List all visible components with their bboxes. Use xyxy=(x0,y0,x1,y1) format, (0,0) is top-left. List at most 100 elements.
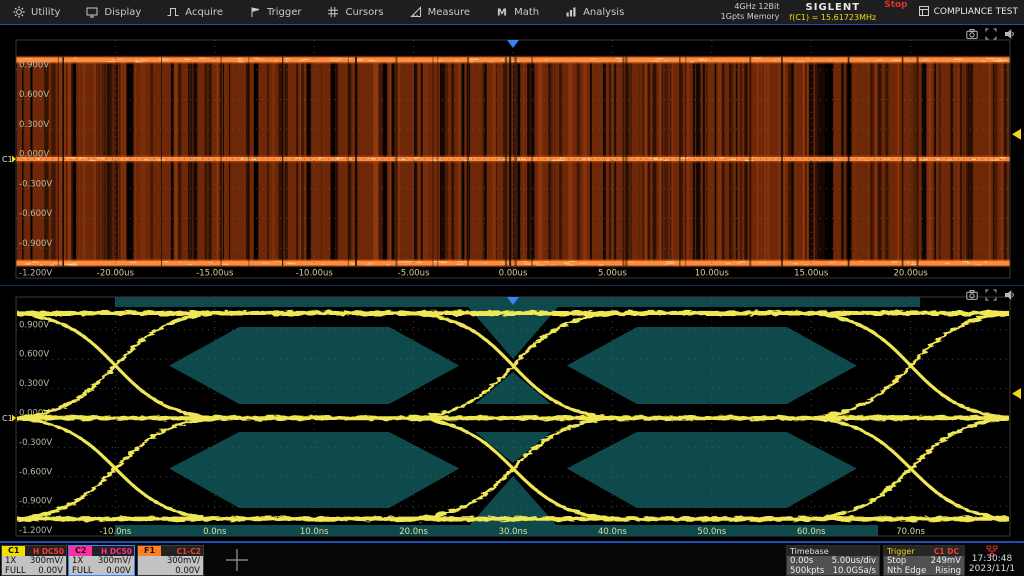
c2-offset: 0.00V xyxy=(106,566,131,576)
camera-icon[interactable] xyxy=(966,289,978,301)
timebase-box[interactable]: Timebase 0.00s 5.00us/div 500kpts 10.0GSa/… xyxy=(786,545,880,576)
trigger-title: Trigger xyxy=(887,547,915,556)
speaker-icon[interactable] xyxy=(1004,28,1016,40)
eye-diagram-canvas: 0.900V0.600V0.300V0.000V-0.300V-0.600V-0… xyxy=(0,286,1024,541)
c1-badge: C1 xyxy=(2,546,25,556)
gear-icon xyxy=(13,6,25,18)
compliance-icon xyxy=(918,5,930,20)
speaker-icon[interactable] xyxy=(1004,289,1016,301)
time-label: 70.0ns xyxy=(896,527,925,537)
add-trace-button[interactable] xyxy=(222,547,252,574)
voltage-label: 0.000V xyxy=(19,150,49,160)
trigger-level-marker[interactable] xyxy=(1012,388,1021,399)
voltage-label: -1.200V xyxy=(19,526,52,536)
trigger-type: Nth Edge xyxy=(887,566,926,576)
time-label: -10.0ns xyxy=(99,527,131,537)
trigger-level-marker[interactable] xyxy=(1012,129,1021,140)
trigger-source: C1 DC xyxy=(934,547,961,556)
frequency-counter: f(C1) = 15.61723MHz xyxy=(789,13,876,22)
voltage-label: -0.600V xyxy=(19,467,52,477)
display-icon xyxy=(86,6,98,18)
menubar-right: 4GHz 12Bit 1Gpts Memory SIGLENT f(C1) = … xyxy=(721,0,1024,24)
menu-item-cursors[interactable]: Cursors xyxy=(314,0,396,24)
f1-scale: 300mV/ xyxy=(167,556,200,566)
menu-item-measure[interactable]: Measure xyxy=(397,0,484,24)
flag-icon xyxy=(249,6,261,18)
channel-box-f1[interactable]: F1 C1-C2 300mV/ 0.00V xyxy=(137,545,204,576)
menu-item-analysis[interactable]: Analysis xyxy=(552,0,637,24)
waveform-panel-record: 0.900V0.600V0.300V0.000V-0.300V-0.600V-0… xyxy=(0,25,1024,286)
menu-item-math[interactable]: MMath xyxy=(483,0,552,24)
voltage-label: 0.600V xyxy=(19,350,49,360)
mask-eye-hexagon xyxy=(169,327,459,404)
voltage-label: 0.300V xyxy=(19,379,49,389)
c2-probe: 1X xyxy=(72,556,83,566)
time-label: -5.00us xyxy=(398,269,430,279)
c1-acq-mode: FULL xyxy=(5,566,26,576)
channel-zero-marker: C1 xyxy=(2,414,13,423)
f1-badge: F1 xyxy=(138,546,161,556)
time-label: -15.00us xyxy=(196,269,234,279)
time-label: 10.00us xyxy=(695,269,730,279)
timebase-memory: 500kpts xyxy=(790,566,824,576)
channel-box-c1[interactable]: C1 H DC50 1X300mV/ FULL0.00V xyxy=(1,545,67,576)
timebase-scale: 5.00us/div xyxy=(832,556,876,566)
time-label: -10.00us xyxy=(296,269,334,279)
camera-icon[interactable] xyxy=(966,28,978,40)
c2-acq-mode: FULL xyxy=(72,566,93,576)
channel-box-c2[interactable]: C2 H DC50 1X300mV/ FULL0.00V xyxy=(68,545,135,576)
mask-eye-hexagon xyxy=(169,432,459,508)
trigger-position-marker[interactable] xyxy=(507,40,519,48)
trigger-slope: Rising xyxy=(935,566,961,576)
time-label: 10.0ns xyxy=(300,527,329,537)
trigger-level: 249mV xyxy=(931,556,961,566)
f1-offset: 0.00V xyxy=(175,566,200,576)
menu-item-label: Acquire xyxy=(185,7,223,18)
clock-box[interactable]: 17:30:48 2023/11/1 xyxy=(962,545,1022,576)
c1-scale: 300mV/ xyxy=(30,556,63,566)
c2-coupling: H DC50 xyxy=(101,547,134,556)
timebase-rate: 10.0GSa/s xyxy=(833,566,876,576)
mask-eye-hexagon xyxy=(567,327,857,404)
trigger-box[interactable]: Trigger C1 DC Stop 249mV Nth Edge Rising xyxy=(883,545,965,576)
menu-items: Utility Display Acquire Trigger CursorsMeasu… xyxy=(0,0,637,24)
menu-item-utility[interactable]: Utility xyxy=(0,0,73,24)
lan-icon xyxy=(962,545,1022,554)
channel-zero-arrow[interactable] xyxy=(12,415,16,422)
channel-zero-marker: C1 xyxy=(2,155,13,164)
waveform-panel-eye: 0.900V0.600V0.300V0.000V-0.300V-0.600V-0… xyxy=(0,286,1024,541)
spec-bandwidth: 4GHz 12Bit xyxy=(721,2,780,12)
f1-source: C1-C2 xyxy=(176,547,203,556)
compliance-mode-button[interactable]: COMPLIANCE TEST xyxy=(918,5,1018,20)
timebase-title: Timebase xyxy=(790,547,829,556)
scope-spec: 4GHz 12Bit 1Gpts Memory xyxy=(721,2,780,22)
menu-item-label: Trigger xyxy=(267,7,302,18)
c1-offset: 0.00V xyxy=(38,566,63,576)
voltage-label: -1.200V xyxy=(19,269,52,279)
status-bar: C1 H DC50 1X300mV/ FULL0.00V C2 H DC50 1… xyxy=(0,541,1024,576)
plus-icon xyxy=(222,547,252,574)
menu-item-display[interactable]: Display xyxy=(73,0,154,24)
menu-bar: Utility Display Acquire Trigger CursorsMeasu… xyxy=(0,0,1024,25)
menu-item-label: Utility xyxy=(31,7,60,18)
timebase-delay: 0.00s xyxy=(790,556,813,566)
time-label: 60.0ns xyxy=(797,527,826,537)
voltage-label: 0.900V xyxy=(19,320,49,330)
brand-logo: SIGLENT xyxy=(789,2,876,13)
maximize-icon[interactable] xyxy=(985,28,997,40)
record-waveform-canvas: 0.900V0.600V0.300V0.000V-0.300V-0.600V-0… xyxy=(0,25,1024,285)
time-label: -20.00us xyxy=(97,269,135,279)
compliance-label: COMPLIANCE TEST xyxy=(934,7,1018,17)
channel-zero-arrow[interactable] xyxy=(12,156,16,163)
spec-memory: 1Gpts Memory xyxy=(721,12,780,22)
menu-item-acquire[interactable]: Acquire xyxy=(154,0,236,24)
voltage-label: -0.300V xyxy=(19,438,52,448)
menu-item-trigger[interactable]: Trigger xyxy=(236,0,315,24)
c1-coupling: H DC50 xyxy=(33,547,66,556)
measure-icon xyxy=(410,6,422,18)
time-label: 20.0ns xyxy=(399,527,428,537)
time-label: 50.0ns xyxy=(697,527,726,537)
maximize-icon[interactable] xyxy=(985,289,997,301)
clock-time: 17:30:48 xyxy=(962,554,1022,564)
trigger-status: Stop xyxy=(887,556,906,566)
